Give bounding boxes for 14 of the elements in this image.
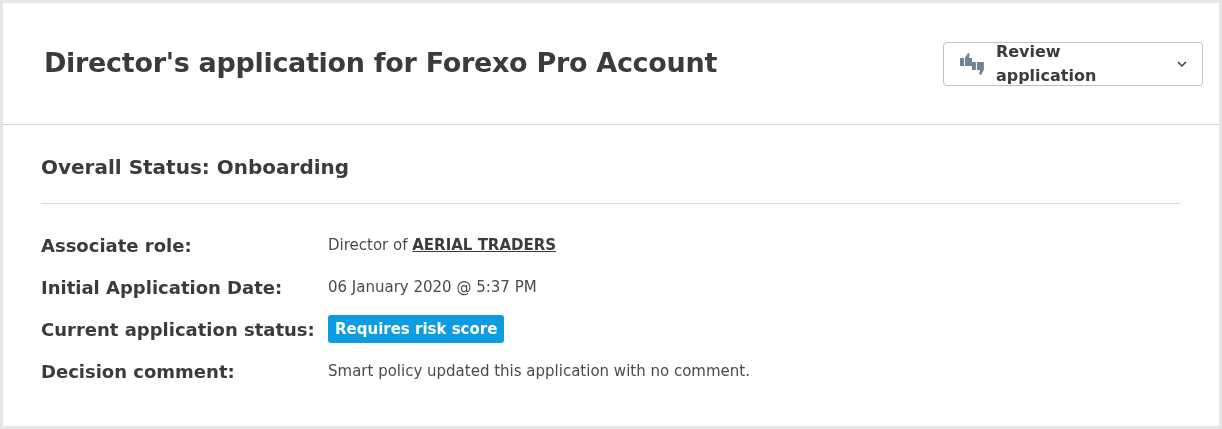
field-value: Director of AERIAL TRADERS (328, 234, 557, 256)
field-label: Decision comment: (41, 359, 236, 384)
status-heading: Overall Status: Onboarding (41, 155, 351, 179)
field-label: Initial Application Date: (41, 275, 284, 300)
field-value: 06 January 2020 @ 5:37 PM (328, 276, 537, 298)
page-title: Director's application for Forexo Pro Account (44, 47, 717, 80)
caret-icon (1176, 59, 1188, 68)
company-link[interactable]: AERIAL TRADERS (412, 235, 557, 254)
field-label: Current application status: (41, 317, 316, 342)
thumbs-icon (958, 51, 986, 76)
field-label: Associate role: (41, 233, 193, 258)
field-value: Smart policy updated this application with no comment. (328, 360, 750, 382)
review-button[interactable]: Review application (943, 41, 1203, 86)
status-badge: Requires risk score (328, 314, 505, 344)
